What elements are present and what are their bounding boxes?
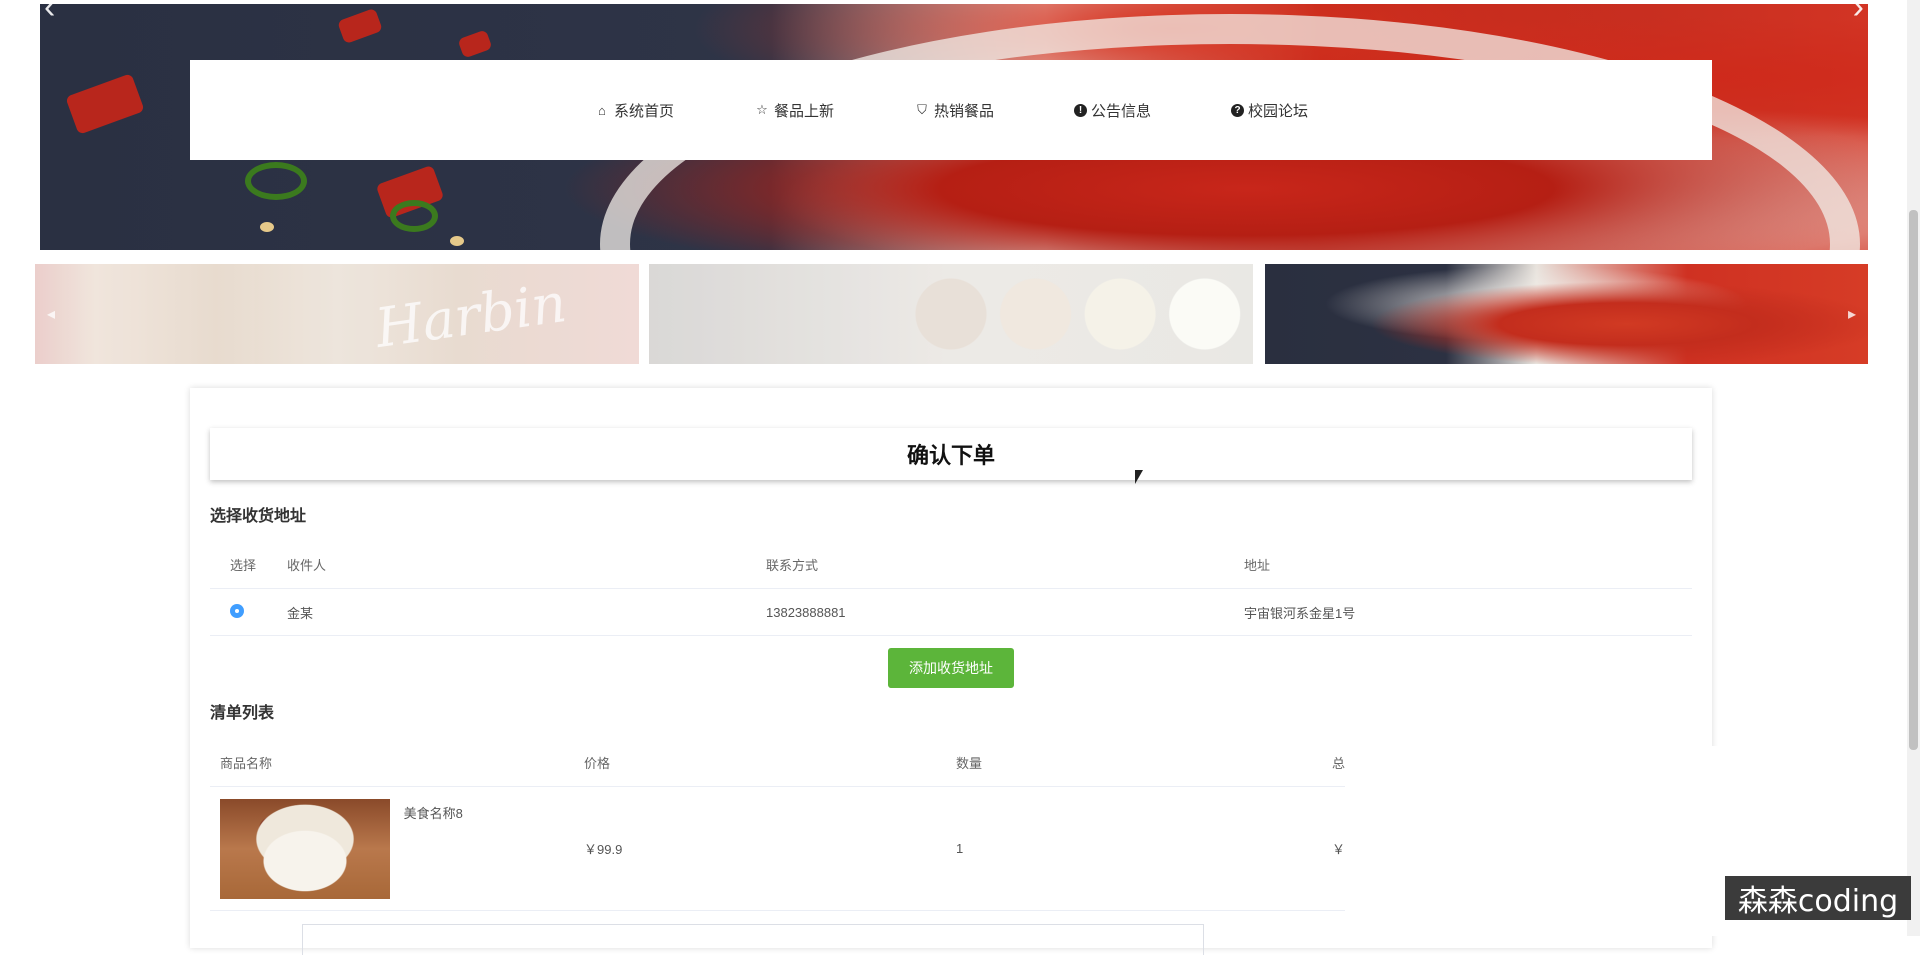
product-name: 美食名称8 (403, 805, 463, 821)
seed-decoration (450, 236, 464, 246)
table-row[interactable]: 金某 13823888881 宇宙银河系金星1号 (210, 588, 1692, 636)
carousel-prev-icon[interactable]: ‹ (44, 4, 55, 24)
nav-item-label: 公告信息 (1091, 102, 1152, 120)
recipient-phone: 13823888881 (765, 588, 1243, 636)
pepper-decoration (390, 200, 438, 232)
add-address-button[interactable]: 添加收货地址 (888, 648, 1014, 688)
thumbnail-next-icon[interactable]: ▸ (1848, 304, 1856, 324)
page-scrollbar[interactable] (1907, 0, 1920, 936)
nav-item-label: 系统首页 (613, 102, 674, 120)
star-icon: ☆ (756, 102, 768, 117)
nav-item-forum[interactable]: ? 校园论坛 (1231, 100, 1308, 121)
thumbnail-2[interactable] (649, 264, 1253, 364)
thumbnail-script-text: Harbin (371, 270, 571, 361)
nav-item-hot-dishes[interactable]: ⛉ 热销餐品 (914, 100, 994, 121)
nav-item-home[interactable]: ⌂ 系统首页 (594, 100, 674, 121)
thumbnail-1[interactable]: ◂ Harbin (35, 264, 639, 364)
thumbnail-prev-icon[interactable]: ◂ (47, 304, 55, 324)
mouse-cursor-icon (1135, 470, 1143, 484)
recipient-name: 金某 (286, 588, 765, 636)
carousel-thumbnails: ◂ Harbin ▸ (35, 264, 1868, 364)
address-section-title: 选择收货地址 (210, 508, 307, 525)
recipient-address: 宇宙银河系金星1号 (1243, 588, 1692, 636)
column-header: 价格 (583, 738, 955, 787)
top-nav: ⌂ 系统首页 ☆ 餐品上新 ⛉ 热销餐品 ! 公告信息 ? 校园论坛 (190, 60, 1712, 160)
address-radio[interactable] (230, 603, 244, 618)
overlay-panel (1345, 746, 1745, 936)
pepper-decoration (245, 162, 307, 200)
nav-item-new-dishes[interactable]: ☆ 餐品上新 (754, 100, 834, 121)
nav-item-label: 餐品上新 (773, 102, 834, 120)
column-header: 联系方式 (765, 540, 1243, 589)
column-header: 收件人 (286, 540, 765, 589)
nav-item-announcements[interactable]: ! 公告信息 (1074, 100, 1151, 121)
list-section-title: 清单列表 (210, 705, 275, 722)
column-header: 选择 (210, 540, 286, 589)
nav-item-label: 校园论坛 (1248, 102, 1309, 120)
scrollbar-thumb[interactable] (1909, 210, 1918, 750)
chili-decoration (337, 7, 383, 45)
column-header: 商品名称 (210, 738, 583, 787)
product-image[interactable] (220, 798, 390, 899)
home-icon: ⌂ (598, 102, 606, 118)
shopping-bag-icon: ⛉ (917, 102, 927, 117)
carousel-next-icon[interactable]: › (1853, 4, 1864, 24)
column-header: 地址 (1243, 540, 1692, 589)
column-header: 数量 (955, 738, 1331, 787)
product-price: ￥99.9 (583, 786, 955, 911)
chili-decoration (65, 73, 145, 135)
seed-decoration (260, 222, 274, 232)
thumbnail-3[interactable]: ▸ (1265, 264, 1868, 364)
question-circle-icon: ? (1231, 103, 1245, 117)
product-quantity: 1 (955, 786, 1331, 911)
nav-item-label: 热销餐品 (933, 102, 994, 120)
watermark: 森森coding (1725, 876, 1911, 920)
page-title: 确认下单 (210, 428, 1692, 480)
address-table: 选择 收件人 联系方式 地址 金某 13823888881 宇宙银河系金星1号 (210, 540, 1692, 636)
remark-box[interactable] (302, 924, 1204, 955)
chili-decoration (457, 29, 493, 59)
info-circle-icon: ! (1074, 103, 1087, 117)
